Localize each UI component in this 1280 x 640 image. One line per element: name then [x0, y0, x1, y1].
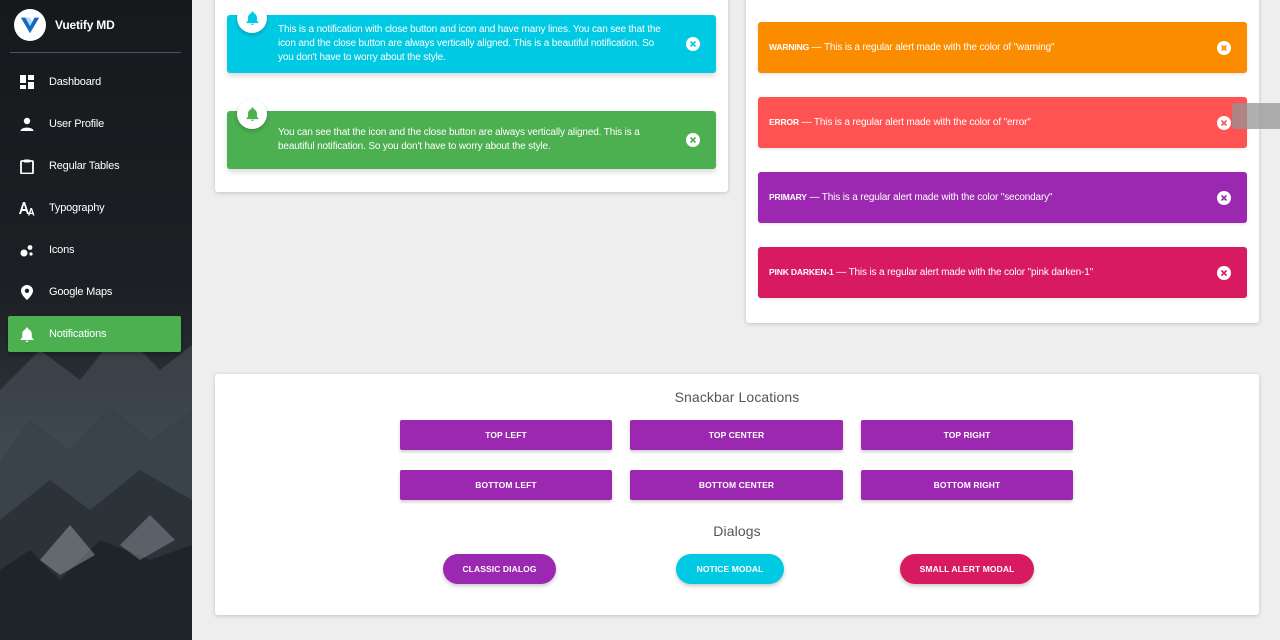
alert-warning: WARNING — This is a regular alert made w…	[758, 22, 1247, 73]
alert-text: ERROR — This is a regular alert made wit…	[769, 117, 1031, 128]
vuetify-logo-icon	[14, 9, 46, 41]
bell-icon	[237, 99, 267, 129]
alerts-card: WARNING — This is a regular alert made w…	[746, 0, 1259, 323]
sidebar-item-label: Notifications	[49, 328, 107, 340]
settings-drawer-handle[interactable]	[1232, 103, 1280, 129]
bell-icon	[237, 3, 267, 33]
notification-text: This is a notification with close button…	[278, 24, 661, 63]
bottom-center-button[interactable]: BOTTOM CENTER	[630, 470, 843, 500]
bottom-left-button[interactable]: BOTTOM LEFT	[400, 470, 612, 500]
notifications-card: This is a notification with close button…	[215, 0, 728, 192]
sidebar-item-label: Dashboard	[49, 76, 102, 88]
sidebar-nav: Dashboard User Profile Regular Tables Ty…	[8, 64, 181, 358]
sidebar-item-label: User Profile	[49, 118, 105, 130]
snackbar-locations-title: Snackbar Locations	[674, 389, 800, 405]
sidebar-item-notifications[interactable]: Notifications	[8, 316, 181, 352]
close-icon[interactable]	[686, 133, 700, 147]
typography-icon	[19, 200, 35, 216]
close-icon[interactable]	[1217, 115, 1231, 130]
dialogs-title: Dialogs	[713, 523, 761, 539]
top-center-button[interactable]: TOP CENTER	[630, 420, 843, 450]
clipboard-icon	[19, 158, 35, 174]
close-icon[interactable]	[686, 37, 700, 51]
alert-error: ERROR — This is a regular alert made wit…	[758, 97, 1247, 148]
sidebar-item-label: Google Maps	[49, 286, 113, 298]
notification-cyan: This is a notification with close button…	[227, 3, 716, 73]
close-icon[interactable]	[1217, 265, 1231, 280]
classic-dialog-button[interactable]: CLASSIC DIALOG	[443, 554, 556, 584]
alert-pink-darken: PINK DARKEN-1 — This is a regular alert …	[758, 247, 1247, 298]
close-icon[interactable]	[1217, 40, 1231, 55]
brand-name: Vuetify MD	[55, 18, 115, 32]
sidebar-item-dashboard[interactable]: Dashboard	[8, 64, 181, 100]
sidebar-item-user-profile[interactable]: User Profile	[8, 106, 181, 142]
bottom-right-button[interactable]: BOTTOM RIGHT	[861, 470, 1073, 500]
sidebar-background-image	[0, 330, 192, 640]
bubble-chart-icon	[19, 242, 35, 258]
notification-green: You can see that the icon and the close …	[227, 99, 716, 169]
sidebar-item-label: Icons	[49, 244, 75, 256]
person-icon	[19, 116, 35, 132]
sidebar-item-icons[interactable]: Icons	[8, 232, 181, 268]
brand-divider	[10, 52, 181, 53]
bell-icon	[19, 326, 35, 342]
small-alert-modal-button[interactable]: SMALL ALERT MODAL	[900, 554, 1034, 584]
alert-primary: PRIMARY — This is a regular alert made w…	[758, 172, 1247, 223]
brand[interactable]: Vuetify MD	[14, 9, 115, 41]
sidebar-item-label: Regular Tables	[49, 160, 120, 172]
sidebar-item-label: Typography	[49, 202, 105, 214]
notice-modal-button[interactable]: NOTICE MODAL	[676, 554, 784, 584]
top-right-button[interactable]: TOP RIGHT	[861, 420, 1073, 450]
map-marker-icon	[19, 284, 35, 300]
close-icon[interactable]	[1217, 190, 1231, 205]
top-left-button[interactable]: TOP LEFT	[400, 420, 612, 450]
alert-text: PINK DARKEN-1 — This is a regular alert …	[769, 267, 1094, 278]
sidebar: Vuetify MD Dashboard User Profile Regula…	[0, 0, 192, 640]
alert-text: PRIMARY — This is a regular alert made w…	[769, 192, 1053, 203]
notification-text: You can see that the icon and the close …	[278, 127, 640, 152]
snackbar-dialogs-card: Snackbar Locations TOP LEFT TOP CENTER T…	[215, 374, 1259, 615]
sidebar-item-google-maps[interactable]: Google Maps	[8, 274, 181, 310]
alert-text: WARNING — This is a regular alert made w…	[769, 42, 1055, 53]
sidebar-item-regular-tables[interactable]: Regular Tables	[8, 148, 181, 184]
dashboard-icon	[19, 74, 35, 90]
sidebar-item-typography[interactable]: Typography	[8, 190, 181, 226]
